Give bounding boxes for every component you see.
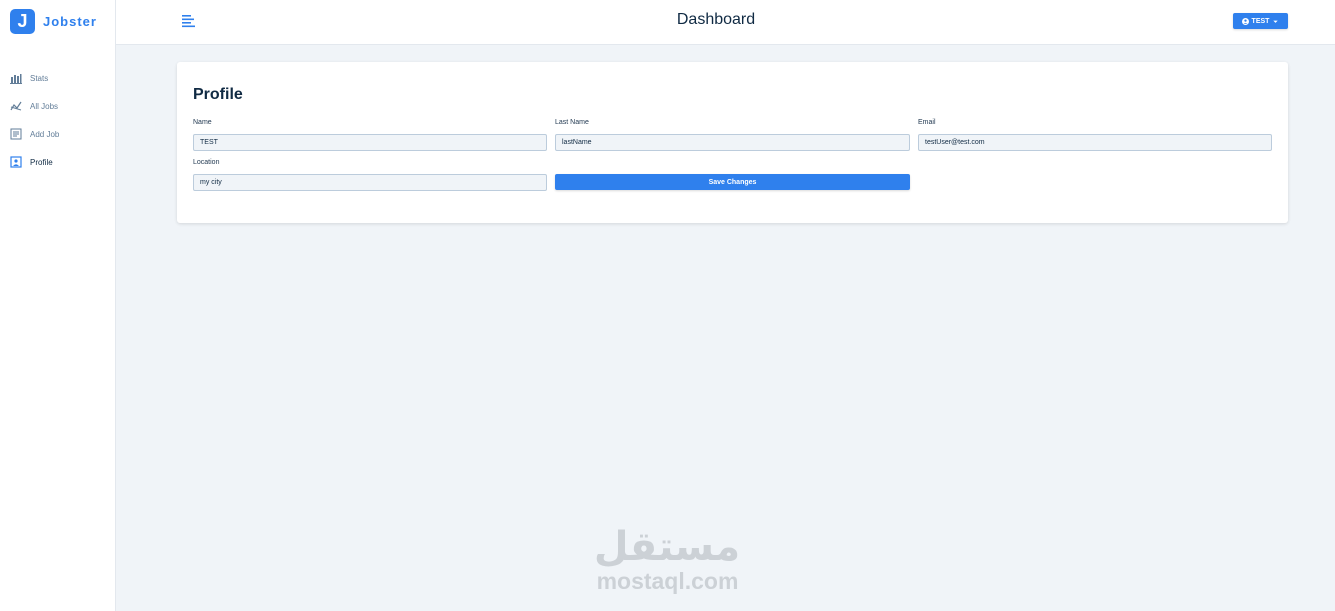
location-label: Location [193, 159, 220, 166]
top-header: Dashboard TEST [116, 0, 1335, 45]
logo-mark: J [10, 9, 35, 34]
last-name-label: Last Name [555, 119, 589, 126]
logo[interactable]: J Jobster [10, 9, 97, 34]
sidebar-item-add-job[interactable]: Add Job [0, 120, 116, 148]
bar-chart-icon [10, 74, 22, 84]
sidebar-item-label: Stats [30, 73, 49, 83]
sidebar-item-label: All Jobs [30, 101, 59, 111]
name-input[interactable]: TEST [193, 134, 547, 151]
watermark-logo: مستقل [594, 524, 740, 570]
user-name: TEST [1251, 17, 1270, 25]
caret-down-icon [1273, 20, 1279, 23]
name-label: Name [193, 119, 212, 126]
user-menu-button[interactable]: TEST [1233, 13, 1288, 29]
sidebar: J Jobster Stats All Jobs Add Job Profile [0, 0, 116, 611]
last-name-input[interactable]: lastName [555, 134, 910, 151]
email-label: Email [918, 119, 936, 126]
sidebar-nav: Stats All Jobs Add Job Profile [0, 64, 116, 176]
save-changes-button[interactable]: Save Changes [555, 174, 910, 190]
sidebar-item-stats[interactable]: Stats [0, 64, 116, 92]
sidebar-item-profile[interactable]: Profile [0, 148, 116, 176]
sidebar-item-all-jobs[interactable]: All Jobs [0, 92, 116, 120]
logo-text: Jobster [43, 14, 97, 29]
sidebar-item-label: Profile [30, 157, 53, 167]
form-icon [10, 128, 22, 140]
user-circle-icon [1241, 17, 1249, 25]
profile-icon [10, 156, 22, 168]
email-input[interactable]: testUser@test.com [918, 134, 1272, 151]
watermark: مستقل mostaql.com [575, 520, 760, 605]
query-stats-icon [10, 101, 22, 111]
watermark-text: mostaql.com [596, 568, 739, 594]
watermark-arabic-text: مستقل [594, 524, 740, 570]
profile-card: Profile Name TEST Last Name lastName Ema… [177, 62, 1288, 223]
location-input[interactable]: my city [193, 174, 547, 191]
profile-title: Profile [193, 86, 243, 103]
page-title: Dashboard [676, 11, 756, 28]
sidebar-item-label: Add Job [30, 129, 60, 139]
